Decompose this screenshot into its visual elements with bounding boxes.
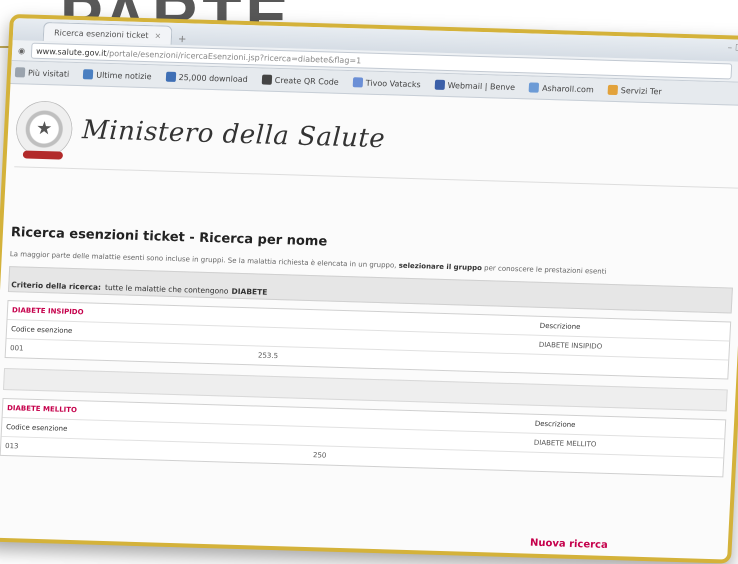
description-value: DIABETE MELLITO <box>533 438 597 449</box>
criteria-text: tutte le malattie che contengono <box>104 282 229 296</box>
new-search-link[interactable]: Nuova ricerca <box>530 538 608 551</box>
bookmark-label: Asharoll.com <box>541 83 595 94</box>
url-domain: www.salute.gov.it <box>35 46 107 58</box>
icd-value: 253.5 <box>257 351 279 361</box>
bookmark-item[interactable]: Più visitati <box>14 67 70 79</box>
criteria-label: Criterio della ricerca: <box>11 280 102 292</box>
window-controls[interactable]: – ☐ <box>727 43 738 53</box>
browser-tab[interactable]: Ricerca esenzioni ticket × <box>42 22 173 45</box>
intro-text-start: La maggior parte delle malattie esenti s… <box>9 250 397 270</box>
screenshot-card: Ricerca esenzioni ticket × + – ☐ ◉ www.s… <box>0 14 738 564</box>
ribbon-decoration <box>22 150 64 160</box>
folder-icon <box>607 84 619 96</box>
code-value: 001 <box>9 344 24 353</box>
bookmark-label: Ultime notizie <box>96 70 152 81</box>
republic-emblem-icon: ★ <box>14 100 74 160</box>
bookmark-item[interactable]: Webmail | Benve <box>434 79 516 92</box>
bookmark-label: Più visitati <box>27 68 70 79</box>
bookmark-icon <box>165 71 176 82</box>
description-header: Descrizione <box>539 321 581 332</box>
qr-icon <box>261 74 273 85</box>
page-content: ★ Ministero della Salute Ricerca esenzio… <box>0 84 738 551</box>
url-path: /portale/esenzioni/ricercaEsenzioni.jsp?… <box>106 48 362 65</box>
bookmark-label: Servizi Ter <box>620 85 662 96</box>
criteria-term: DIABETE <box>231 286 268 297</box>
site-header: ★ Ministero della Salute <box>14 90 738 189</box>
new-tab-button[interactable]: + <box>178 34 187 45</box>
star-icon: ★ <box>35 117 53 140</box>
site-info-icon[interactable]: ◉ <box>18 46 25 55</box>
icd-value: 250 <box>312 451 327 460</box>
description-header: Descrizione <box>534 419 576 429</box>
bookmark-item[interactable]: Servizi Ter <box>607 84 662 97</box>
bookmark-label: Webmail | Benve <box>447 80 516 92</box>
intro-text-bold: selezionare il gruppo <box>398 261 483 273</box>
bookmark-item[interactable]: Ultime notizie <box>83 69 152 81</box>
result-group: DIABETE INSIPIDO Descrizione Codice esen… <box>4 300 732 380</box>
code-value: 013 <box>4 442 19 451</box>
bookmark-item[interactable]: Create QR Code <box>261 74 339 87</box>
bookmark-item[interactable]: 25,000 download <box>165 71 249 84</box>
bookmark-icon <box>14 67 26 78</box>
bookmark-icon <box>352 77 364 88</box>
mail-icon <box>434 79 445 90</box>
close-icon[interactable]: × <box>154 31 161 40</box>
bookmark-icon <box>83 69 94 80</box>
bookmark-item[interactable]: Tivoo Vatacks <box>352 77 421 89</box>
bookmark-item[interactable]: Asharoll.com <box>528 82 595 94</box>
tab-title: Ricerca esenzioni ticket <box>53 27 149 40</box>
ministry-logo-text[interactable]: Ministero della Salute <box>81 115 386 154</box>
bookmark-icon <box>528 82 540 93</box>
bookmark-label: Tivoo Vatacks <box>365 78 421 89</box>
intro-text-end: per conoscere le prestazioni esenti <box>483 264 607 276</box>
result-group: DIABETE MELLITO Descrizione Codice esenz… <box>0 397 727 478</box>
bookmark-label: 25,000 download <box>178 72 249 84</box>
description-value: DIABETE INSIPIDO <box>538 340 603 351</box>
bookmark-label: Create QR Code <box>274 75 339 87</box>
